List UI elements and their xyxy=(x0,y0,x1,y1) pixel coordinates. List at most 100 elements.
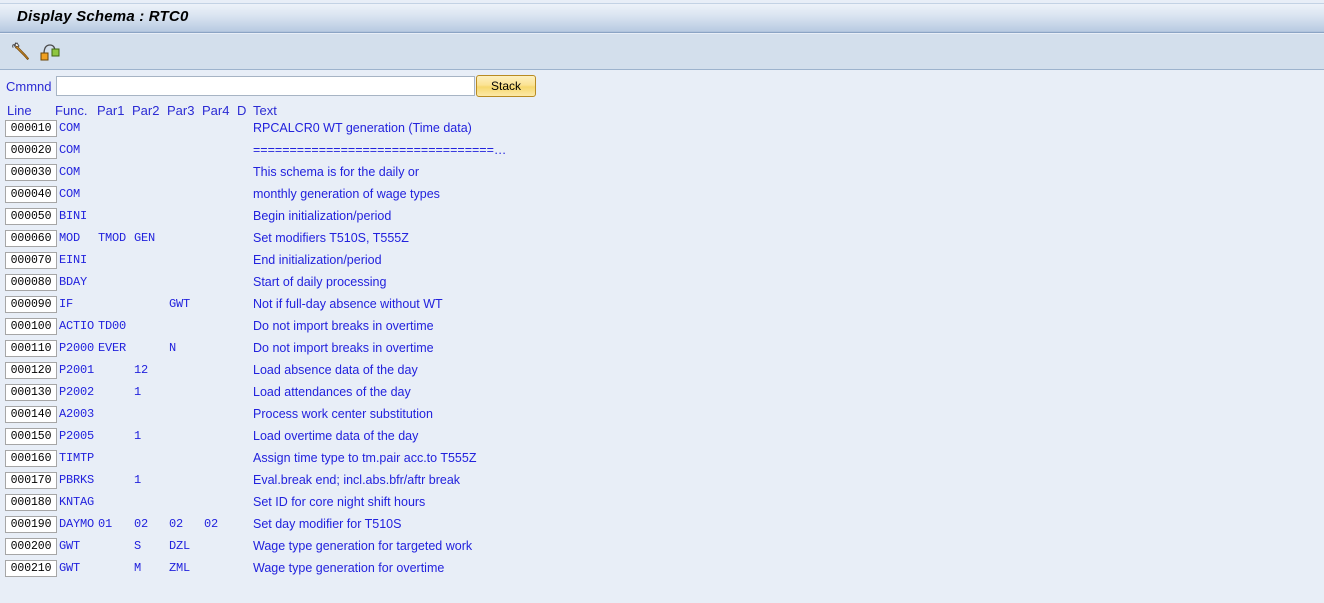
cell-func[interactable]: COM xyxy=(59,121,80,135)
line-number-field[interactable]: 000090 xyxy=(5,296,57,313)
line-number-field[interactable]: 000100 xyxy=(5,318,57,335)
cell-par2[interactable]: 1 xyxy=(134,473,141,487)
table-row[interactable]: 000040 COM monthly generation of wage type… xyxy=(0,186,1324,208)
cell-func[interactable]: PBRKS xyxy=(59,473,94,487)
cell-par3[interactable]: ZML xyxy=(169,561,190,575)
table-row[interactable]: 000110 P2000 EVER N Do not import breaks in … xyxy=(0,340,1324,362)
cell-text[interactable]: Not if full-day absence without WT xyxy=(253,297,443,311)
cell-func[interactable]: KNTAG xyxy=(59,495,94,509)
cell-par2[interactable]: 1 xyxy=(134,385,141,399)
line-number-field[interactable]: 000160 xyxy=(5,450,57,467)
cell-func[interactable]: BINI xyxy=(59,209,87,223)
cell-text[interactable]: Load overtime data of the day xyxy=(253,429,418,443)
cell-text[interactable]: Load absence data of the day xyxy=(253,363,418,377)
cell-par2[interactable]: 02 xyxy=(134,517,148,531)
table-row[interactable]: 000020 COM ===============================… xyxy=(0,142,1324,164)
cell-func[interactable]: P2000 xyxy=(59,341,94,355)
line-number-field[interactable]: 000110 xyxy=(5,340,57,357)
cell-func[interactable]: MOD xyxy=(59,231,80,245)
cell-par2[interactable]: 12 xyxy=(134,363,148,377)
line-number-field[interactable]: 000190 xyxy=(5,516,57,533)
cell-func[interactable]: A2003 xyxy=(59,407,94,421)
table-row[interactable]: 000130 P2002 1 Load attendances of the day xyxy=(0,384,1324,406)
cell-text[interactable]: Begin initialization/period xyxy=(253,209,391,223)
cell-func[interactable]: GWT xyxy=(59,561,80,575)
cell-text[interactable]: Do not import breaks in overtime xyxy=(253,341,434,355)
table-row[interactable]: 000070 EINI End initialization/period xyxy=(0,252,1324,274)
table-row[interactable]: 000120 P2001 12 Load absence data of the da… xyxy=(0,362,1324,384)
cell-text[interactable]: Assign time type to tm.pair acc.to T555Z xyxy=(253,451,476,465)
stack-button[interactable]: Stack xyxy=(476,75,536,97)
cell-text[interactable]: Wage type generation for overtime xyxy=(253,561,444,575)
table-row[interactable]: 000090 IF GWT Not if full-day absence witho… xyxy=(0,296,1324,318)
cell-func[interactable]: GWT xyxy=(59,539,80,553)
line-number-field[interactable]: 000060 xyxy=(5,230,57,247)
table-row[interactable]: 000190 DAYMO 01 02 02 02 Set day modifier for … xyxy=(0,516,1324,538)
table-row[interactable]: 000100 ACTIO TD00 Do not import breaks in o… xyxy=(0,318,1324,340)
line-number-field[interactable]: 000120 xyxy=(5,362,57,379)
table-row[interactable]: 000080 BDAY Start of daily processing xyxy=(0,274,1324,296)
cell-func[interactable]: EINI xyxy=(59,253,87,267)
cell-par1[interactable]: TD00 xyxy=(98,319,126,333)
cell-text[interactable]: Start of daily processing xyxy=(253,275,386,289)
cell-func[interactable]: COM xyxy=(59,143,80,157)
cell-text[interactable]: Set modifiers T510S, T555Z xyxy=(253,231,409,245)
cell-func[interactable]: COM xyxy=(59,165,80,179)
cell-func[interactable]: P2005 xyxy=(59,429,94,443)
line-number-field[interactable]: 000170 xyxy=(5,472,57,489)
cell-par2[interactable]: M xyxy=(134,561,141,575)
edit-pencil-icon[interactable] xyxy=(10,40,34,64)
line-number-field[interactable]: 000200 xyxy=(5,538,57,555)
cell-par3[interactable]: DZL xyxy=(169,539,190,553)
cell-func[interactable]: DAYMO xyxy=(59,517,94,531)
line-number-field[interactable]: 000050 xyxy=(5,208,57,225)
table-row[interactable]: 000140 A2003 Process work center substitut… xyxy=(0,406,1324,428)
cell-func[interactable]: P2002 xyxy=(59,385,94,399)
cell-func[interactable]: BDAY xyxy=(59,275,87,289)
cell-par1[interactable]: EVER xyxy=(98,341,126,355)
cell-func[interactable]: COM xyxy=(59,187,80,201)
line-number-field[interactable]: 000210 xyxy=(5,560,57,577)
cell-text[interactable]: Process work center substitution xyxy=(253,407,433,421)
line-number-field[interactable]: 000080 xyxy=(5,274,57,291)
line-number-field[interactable]: 000140 xyxy=(5,406,57,423)
structure-node-icon[interactable] xyxy=(38,40,62,64)
table-row[interactable]: 000010 COM RPCALCR0 WT generation (Time da… xyxy=(0,120,1324,142)
cell-par3[interactable]: GWT xyxy=(169,297,190,311)
table-row[interactable]: 000170 PBRKS 1 Eval.break end; incl.abs.bfr… xyxy=(0,472,1324,494)
cell-func[interactable]: TIMTP xyxy=(59,451,94,465)
line-number-field[interactable]: 000070 xyxy=(5,252,57,269)
cell-par1[interactable]: TMOD xyxy=(98,231,126,245)
cell-text[interactable]: Set ID for core night shift hours xyxy=(253,495,425,509)
line-number-field[interactable]: 000020 xyxy=(5,142,57,159)
table-row[interactable]: 000200 GWT S DZL Wage type generation for ta… xyxy=(0,538,1324,560)
table-row[interactable]: 000180 KNTAG Set ID for core night shift h… xyxy=(0,494,1324,516)
table-row[interactable]: 000060 MOD TMOD GEN Set modifiers T510S, T55… xyxy=(0,230,1324,252)
line-number-field[interactable]: 000010 xyxy=(5,120,57,137)
line-number-field[interactable]: 000040 xyxy=(5,186,57,203)
cell-func[interactable]: P2001 xyxy=(59,363,94,377)
cell-text[interactable]: monthly generation of wage types xyxy=(253,187,440,201)
cell-par2[interactable]: GEN xyxy=(134,231,155,245)
cell-par3[interactable]: 02 xyxy=(169,517,183,531)
table-row[interactable]: 000160 TIMTP Assign time type to tm.pair a… xyxy=(0,450,1324,472)
cell-par2[interactable]: 1 xyxy=(134,429,141,443)
cell-text[interactable]: RPCALCR0 WT generation (Time data) xyxy=(253,121,472,135)
cell-par2[interactable]: S xyxy=(134,539,141,553)
line-number-field[interactable]: 000180 xyxy=(5,494,57,511)
cell-text[interactable]: This schema is for the daily or xyxy=(253,165,419,179)
cell-text[interactable]: =================================… xyxy=(253,143,506,157)
line-number-field[interactable]: 000130 xyxy=(5,384,57,401)
cell-par3[interactable]: N xyxy=(169,341,176,355)
table-row[interactable]: 000050 BINI Begin initialization/period xyxy=(0,208,1324,230)
cell-text[interactable]: Wage type generation for targeted work xyxy=(253,539,472,553)
line-number-field[interactable]: 000150 xyxy=(5,428,57,445)
cell-func[interactable]: ACTIO xyxy=(59,319,94,333)
cell-func[interactable]: IF xyxy=(59,297,73,311)
table-row[interactable]: 000030 COM This schema is for the daily or xyxy=(0,164,1324,186)
command-input[interactable] xyxy=(56,76,475,96)
cell-text[interactable]: Set day modifier for T510S xyxy=(253,517,401,531)
cell-text[interactable]: Load attendances of the day xyxy=(253,385,411,399)
table-row[interactable]: 000210 GWT M ZML Wage type generation for ov… xyxy=(0,560,1324,582)
cell-text[interactable]: Do not import breaks in overtime xyxy=(253,319,434,333)
